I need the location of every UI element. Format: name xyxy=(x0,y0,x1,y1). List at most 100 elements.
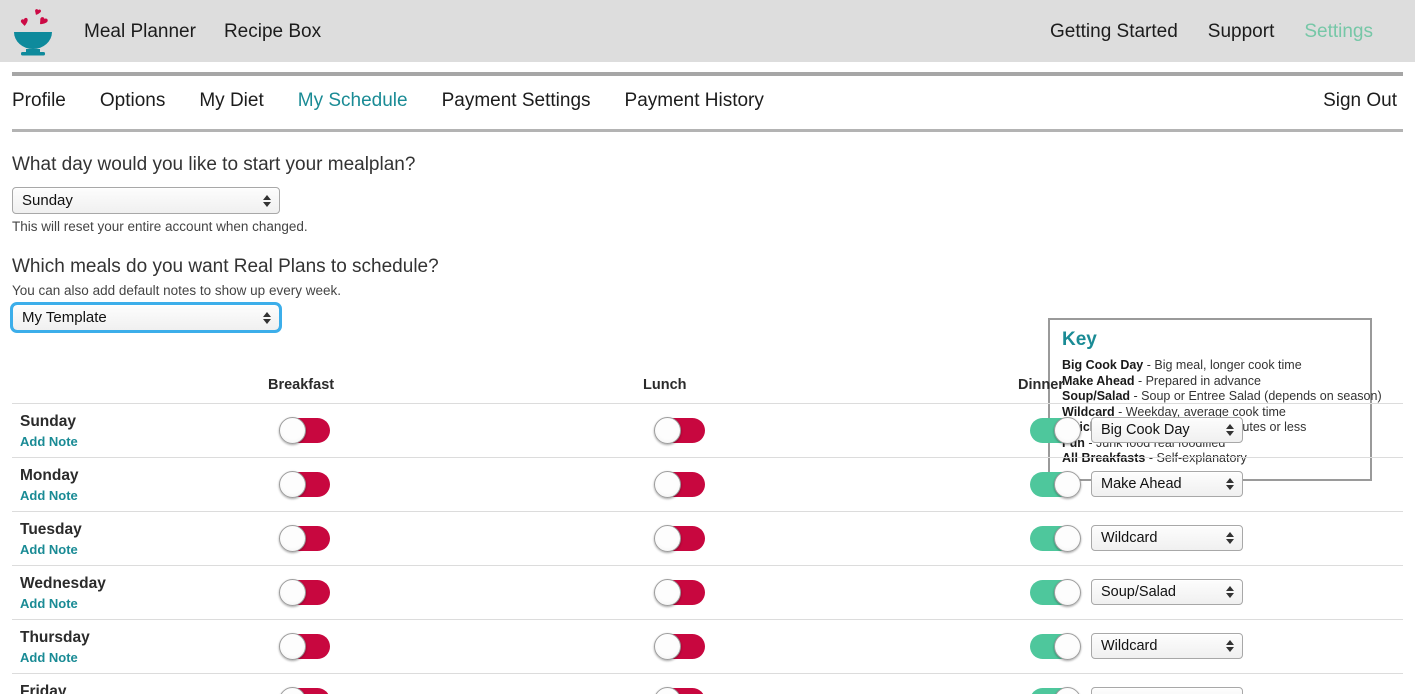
topnav-getting-started[interactable]: Getting Started xyxy=(1050,22,1178,41)
toggle-knob xyxy=(279,633,306,660)
dinner-toggle[interactable] xyxy=(1030,526,1080,551)
add-note-link[interactable]: Add Note xyxy=(20,650,78,665)
day-label: Tuesday xyxy=(20,521,82,539)
dinner-type-select[interactable]: Big Cook Day xyxy=(1091,417,1243,443)
dinner-type-select[interactable]: Wildcard xyxy=(1091,525,1243,551)
add-note-link[interactable]: Add Note xyxy=(20,596,78,611)
dinner-toggle[interactable] xyxy=(1030,472,1080,497)
day-label: Monday xyxy=(20,467,79,485)
chevron-updown-icon xyxy=(1225,584,1234,600)
toggle-knob xyxy=(1054,471,1081,498)
schedule-table: Breakfast Lunch Dinner Sunday Add Note B… xyxy=(12,377,1403,694)
chevron-updown-icon xyxy=(262,310,271,326)
lunch-toggle[interactable] xyxy=(655,580,705,605)
top-header-bar: Meal Planner Recipe Box Getting Started … xyxy=(0,0,1415,62)
table-row: Wednesday Add Note Soup/Salad xyxy=(12,565,1403,619)
dinner-type-value: Wildcard xyxy=(1101,530,1157,546)
dinner-type-value: Wildcard xyxy=(1101,638,1157,654)
dinner-type-select-wrap: Fun xyxy=(1091,687,1243,694)
chevron-updown-icon xyxy=(262,193,271,209)
sign-out-link[interactable]: Sign Out xyxy=(1323,90,1397,112)
schedule-column-headers: Breakfast Lunch Dinner xyxy=(12,377,1403,403)
dinner-type-select[interactable]: Soup/Salad xyxy=(1091,579,1243,605)
dinner-type-value: Big Cook Day xyxy=(1101,422,1190,438)
start-day-select[interactable]: Sunday xyxy=(12,187,280,214)
breakfast-toggle[interactable] xyxy=(280,472,330,497)
dinner-type-select[interactable]: Make Ahead xyxy=(1091,471,1243,497)
topnav-support[interactable]: Support xyxy=(1208,22,1275,41)
chevron-updown-icon xyxy=(1225,530,1234,546)
topnav-recipe-box[interactable]: Recipe Box xyxy=(224,22,321,41)
table-row: Thursday Add Note Wildcard xyxy=(12,619,1403,673)
toggle-knob xyxy=(654,417,681,444)
toggle-knob xyxy=(654,471,681,498)
lunch-toggle[interactable] xyxy=(655,688,705,694)
start-day-note: This will reset your entire account when… xyxy=(12,219,1403,234)
tab-payment-history[interactable]: Payment History xyxy=(625,90,764,112)
dinner-type-select-wrap: Soup/Salad xyxy=(1091,579,1243,605)
chevron-updown-icon xyxy=(1225,422,1234,438)
top-nav-left: Meal Planner Recipe Box xyxy=(84,22,321,41)
lunch-toggle[interactable] xyxy=(655,526,705,551)
table-row: Friday Add Note Fun xyxy=(12,673,1403,694)
breakfast-toggle[interactable] xyxy=(280,634,330,659)
toggle-knob xyxy=(279,471,306,498)
day-label: Friday xyxy=(20,683,67,694)
toggle-knob xyxy=(1054,525,1081,552)
lunch-toggle[interactable] xyxy=(655,418,705,443)
table-row: Monday Add Note Make Ahead xyxy=(12,457,1403,511)
tab-my-diet[interactable]: My Diet xyxy=(199,90,263,112)
tab-my-schedule[interactable]: My Schedule xyxy=(298,90,408,112)
topnav-meal-planner[interactable]: Meal Planner xyxy=(84,22,196,41)
top-nav-right: Getting Started Support Settings xyxy=(1050,22,1399,41)
toggle-knob xyxy=(279,579,306,606)
breakfast-toggle[interactable] xyxy=(280,418,330,443)
dinner-toggle[interactable] xyxy=(1030,580,1080,605)
lunch-toggle[interactable] xyxy=(655,634,705,659)
breakfast-toggle[interactable] xyxy=(280,688,330,694)
key-entry: Big Cook Day - Big meal, longer cook tim… xyxy=(1062,358,1358,374)
add-note-link[interactable]: Add Note xyxy=(20,488,78,503)
toggle-knob xyxy=(279,687,306,694)
add-note-link[interactable]: Add Note xyxy=(20,434,78,449)
tab-options[interactable]: Options xyxy=(100,90,165,112)
dinner-toggle[interactable] xyxy=(1030,634,1080,659)
dinner-type-select[interactable]: Wildcard xyxy=(1091,633,1243,659)
day-label: Sunday xyxy=(20,413,76,431)
dinner-type-select-wrap: Make Ahead xyxy=(1091,471,1243,497)
dinner-type-value: Soup/Salad xyxy=(1101,584,1176,600)
day-label: Wednesday xyxy=(20,575,106,593)
topnav-settings[interactable]: Settings xyxy=(1304,22,1373,41)
dinner-type-select-wrap: Wildcard xyxy=(1091,525,1243,551)
add-note-link[interactable]: Add Note xyxy=(20,542,78,557)
breakfast-toggle[interactable] xyxy=(280,580,330,605)
lunch-toggle[interactable] xyxy=(655,472,705,497)
toggle-knob xyxy=(1054,687,1081,694)
day-label: Thursday xyxy=(20,629,90,647)
template-select[interactable]: My Template xyxy=(12,304,280,331)
dinner-type-value: Make Ahead xyxy=(1101,476,1182,492)
key-title: Key xyxy=(1062,329,1358,351)
toggle-knob xyxy=(654,687,681,694)
settings-tab-bar: Profile Options My Diet My Schedule Paym… xyxy=(0,76,1415,126)
tab-profile[interactable]: Profile xyxy=(12,90,66,112)
meals-question: Which meals do you want Real Plans to sc… xyxy=(12,256,1403,278)
start-day-select-value: Sunday xyxy=(22,192,73,209)
chevron-updown-icon xyxy=(1225,476,1234,492)
toggle-knob xyxy=(654,633,681,660)
dinner-type-select-wrap: Wildcard xyxy=(1091,633,1243,659)
dinner-type-select-wrap: Big Cook Day xyxy=(1091,417,1243,443)
dinner-toggle[interactable] xyxy=(1030,688,1080,694)
template-select-value: My Template xyxy=(22,309,107,326)
key-entry-desc: - Big meal, longer cook time xyxy=(1143,358,1301,372)
breakfast-toggle[interactable] xyxy=(280,526,330,551)
table-row: Sunday Add Note Big Cook Day xyxy=(12,403,1403,457)
toggle-knob xyxy=(1054,417,1081,444)
toggle-knob xyxy=(654,579,681,606)
tab-payment-settings[interactable]: Payment Settings xyxy=(442,90,591,112)
tabbar-divider xyxy=(12,129,1403,132)
bowl-with-hearts-logo[interactable] xyxy=(8,5,58,57)
column-header-dinner: Dinner xyxy=(1018,377,1064,393)
dinner-toggle[interactable] xyxy=(1030,418,1080,443)
dinner-type-select[interactable]: Fun xyxy=(1091,687,1243,694)
